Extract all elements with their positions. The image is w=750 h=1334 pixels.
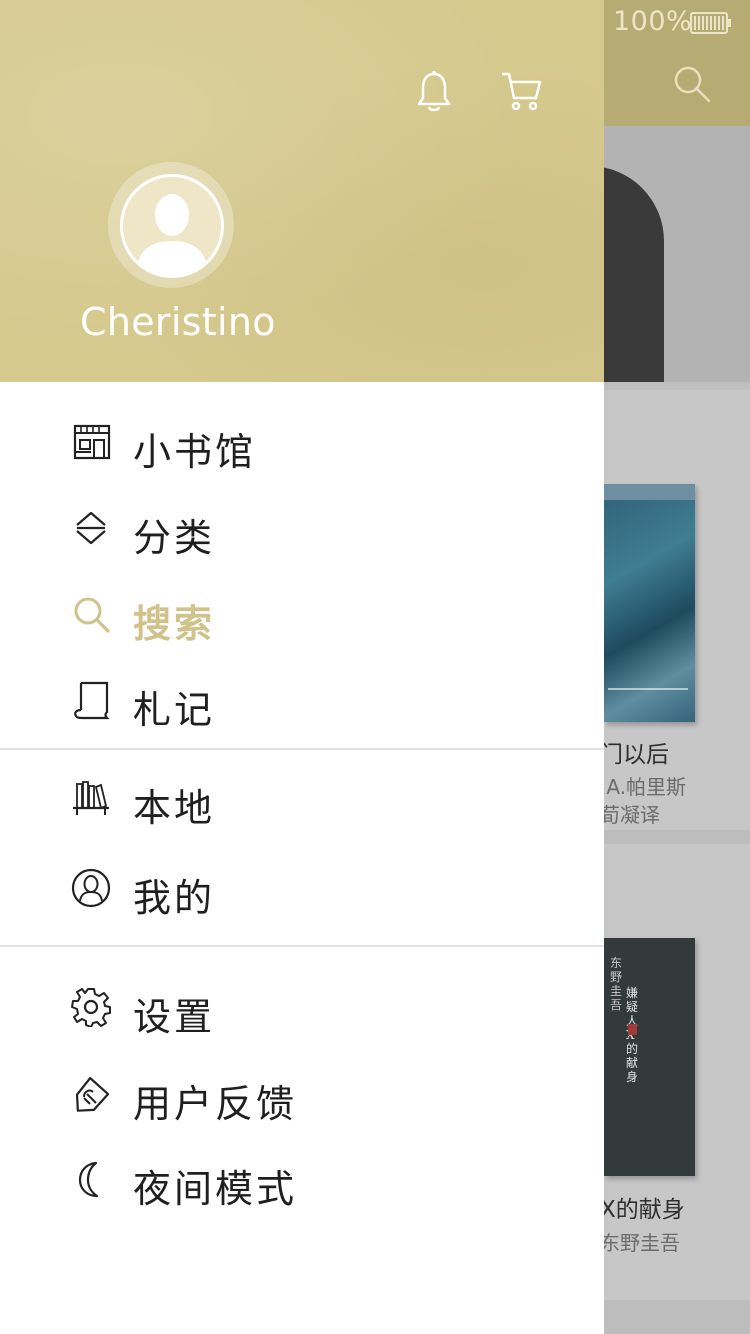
- menu-item-label: 设置: [133, 995, 216, 1039]
- search-icon[interactable]: [672, 64, 712, 104]
- battery-percentage: 100%: [613, 6, 693, 37]
- username[interactable]: Cheristino: [80, 300, 280, 344]
- menu-item-feedback[interactable]: 用户反馈: [0, 1053, 604, 1139]
- menu-item-label: 分类: [133, 516, 216, 560]
- menu-item-label: 小书馆: [133, 430, 257, 474]
- book-cover[interactable]: 东野圭吾 嫌疑人X的献身: [604, 938, 695, 1176]
- banner-image[interactable]: [604, 126, 750, 382]
- avatar[interactable]: [108, 162, 234, 288]
- shopping-cart-icon[interactable]: [500, 70, 544, 114]
- divider: [0, 748, 604, 750]
- menu-item-mine[interactable]: 我的: [0, 847, 604, 933]
- menu-item-bookstore[interactable]: 小书馆: [0, 401, 604, 487]
- menu-item-search[interactable]: 搜索: [0, 573, 604, 659]
- feedback-icon: [75, 1076, 110, 1112]
- battery-icon: [690, 12, 731, 34]
- menu-item-night-mode[interactable]: 夜间模式: [0, 1138, 604, 1224]
- search-icon: [74, 597, 110, 633]
- book-title[interactable]: 门以后: [600, 735, 669, 769]
- menu-item-notes[interactable]: 札记: [0, 659, 604, 745]
- person-silhouette-icon: [135, 194, 209, 275]
- menu-item-label: 搜索: [133, 602, 216, 646]
- book-title[interactable]: X的献身: [600, 1190, 685, 1224]
- menu-item-settings[interactable]: 设置: [0, 966, 604, 1052]
- book-author: .A.帕里斯: [600, 775, 687, 799]
- menu-item-label: 夜间模式: [133, 1167, 298, 1211]
- book-cover[interactable]: [604, 484, 695, 722]
- menu-item-label: 用户反馈: [133, 1082, 298, 1126]
- book-translator: 荀凝译: [600, 803, 660, 827]
- notes-icon: [74, 681, 110, 720]
- menu-item-label: 本地: [133, 786, 216, 830]
- bookstore-icon: [73, 424, 111, 460]
- cover-title-text: 嫌疑人X的献身: [626, 986, 639, 1084]
- moon-icon: [78, 1161, 99, 1198]
- menu-item-label: 我的: [133, 876, 216, 920]
- navigation-drawer: Cheristino 小书馆 分类 搜索 札记 本地 我的 设置 用户反馈 夜间…: [0, 0, 604, 1334]
- drawer-header: Cheristino: [0, 0, 604, 382]
- settings-icon: [71, 988, 111, 1027]
- divider: [0, 945, 604, 947]
- notification-bell-icon[interactable]: [414, 70, 454, 114]
- book-author: 东野圭吾: [600, 1231, 680, 1255]
- menu-item-local[interactable]: 本地: [0, 757, 604, 843]
- menu-item-label: 札记: [133, 688, 216, 732]
- menu-item-category[interactable]: 分类: [0, 487, 604, 573]
- bookshelf-icon: [73, 781, 109, 815]
- user-icon: [71, 868, 111, 908]
- category-icon: [76, 511, 106, 545]
